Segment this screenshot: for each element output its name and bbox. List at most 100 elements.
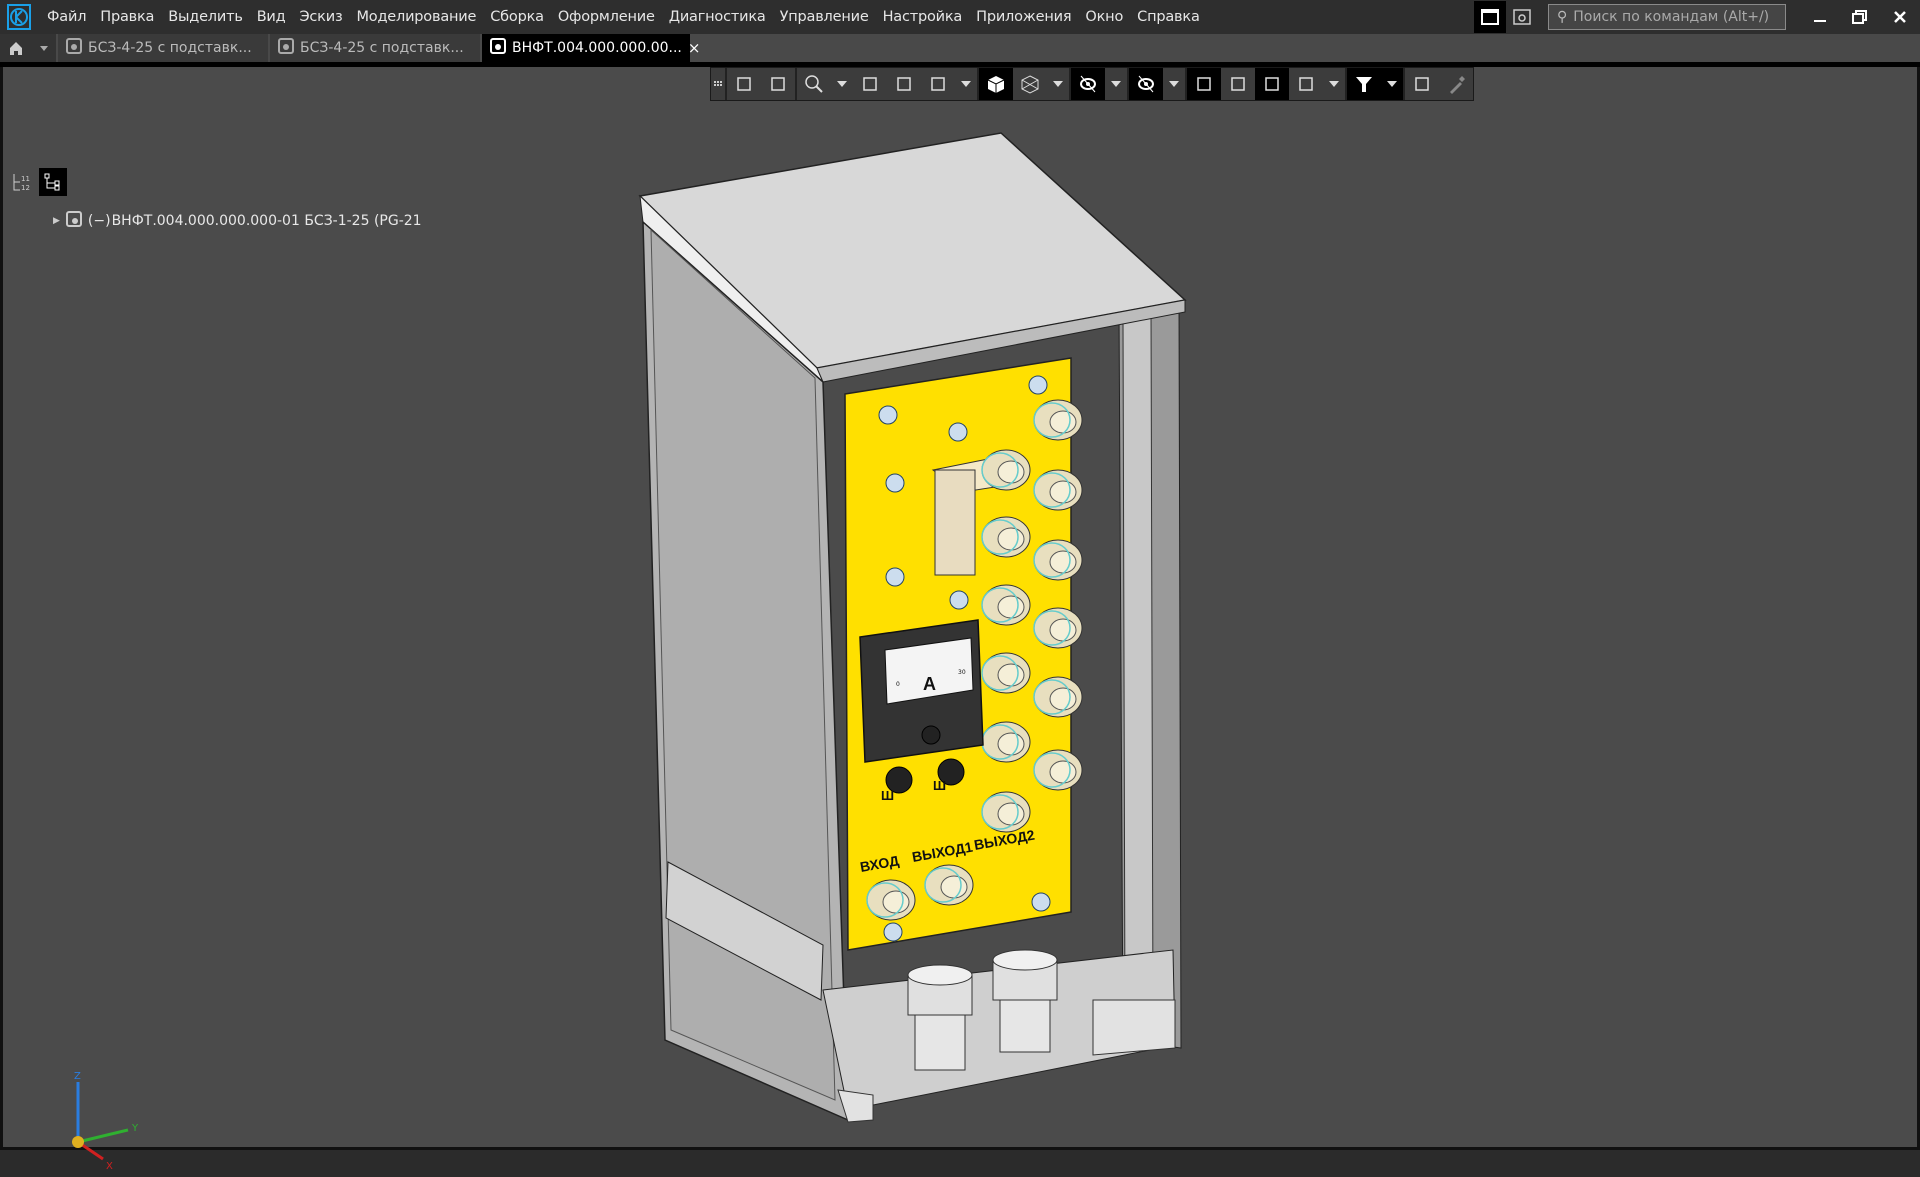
zoom-window-icon[interactable] — [797, 68, 831, 100]
restore-button[interactable] — [1840, 1, 1880, 33]
foot — [1092, 999, 1176, 1056]
3d-viewport[interactable]: A 0 30 Ш Ш ВХОД ВЫХОД1 ВЫХОД2 11 12 ▶ (−)… — [0, 67, 1920, 1172]
cable-gland — [981, 791, 1031, 833]
axis-z-label: Z — [74, 1071, 81, 1082]
hide-icon[interactable] — [1071, 68, 1105, 100]
menu-2[interactable]: Выделить — [161, 9, 249, 25]
panel-layout-icon[interactable] — [1474, 1, 1506, 33]
tab-label: БСЗ-4-25 с подставк... — [300, 40, 464, 56]
axis-triad: Z Y X — [72, 1071, 139, 1172]
document-tab[interactable]: БСЗ-4-25 с подставк... — [58, 34, 268, 62]
close-tab-icon[interactable]: × — [688, 39, 701, 57]
snap-icon[interactable] — [1187, 68, 1221, 100]
normal-to-icon[interactable] — [853, 68, 887, 100]
dropdown-arrow-icon[interactable] — [1105, 68, 1127, 100]
menu-1[interactable]: Правка — [93, 9, 161, 25]
view-toolbar — [710, 67, 1474, 101]
ammeter: A 0 30 — [859, 619, 984, 763]
command-search-input[interactable]: ⚲ Поиск по командам (Alt+/) — [1548, 4, 1786, 30]
menu-3[interactable]: Вид — [250, 9, 293, 25]
cable-gland — [866, 879, 916, 921]
svg-text:12: 12 — [21, 184, 30, 192]
cable-gland — [981, 516, 1031, 558]
menu-4[interactable]: Эскиз — [292, 9, 349, 25]
show-only-icon[interactable] — [1129, 68, 1163, 100]
menu-9[interactable]: Управление — [773, 9, 876, 25]
cable-gland — [1033, 539, 1083, 581]
cable-gland — [1033, 469, 1083, 511]
fuse-body — [934, 469, 976, 576]
tree-list-view-icon[interactable]: 11 12 — [7, 168, 35, 196]
cable-gland — [1033, 607, 1083, 649]
menu-8[interactable]: Диагностика — [662, 9, 773, 25]
menu-11[interactable]: Приложения — [969, 9, 1078, 25]
label-sh2: Ш — [933, 778, 946, 793]
cable-gland — [981, 721, 1031, 763]
settings-window-icon[interactable] — [1506, 1, 1538, 33]
cable-gland — [1033, 749, 1083, 791]
assembly-icon — [65, 210, 83, 232]
menu-0[interactable]: Файл — [40, 9, 93, 25]
dropdown-arrow-icon[interactable] — [1163, 68, 1185, 100]
menu-7[interactable]: Оформление — [551, 9, 662, 25]
meter-max-label: 30 — [958, 669, 966, 676]
dropdown-arrow-icon[interactable] — [1381, 68, 1403, 100]
menu-6[interactable]: Сборка — [483, 9, 551, 25]
shaded-cube-icon[interactable] — [979, 68, 1013, 100]
filter-icon[interactable] — [1347, 68, 1381, 100]
screw — [885, 473, 905, 493]
menu-13[interactable]: Справка — [1130, 9, 1206, 25]
assembly-doc-icon — [278, 38, 294, 58]
search-icon: ⚲ — [1557, 9, 1568, 25]
crane-icon[interactable] — [1405, 68, 1439, 100]
dropdown-arrow-icon[interactable] — [1323, 68, 1345, 100]
cable-gland — [981, 449, 1031, 491]
axis-y-label: Y — [131, 1123, 139, 1134]
meter-unit-label: A — [923, 674, 936, 694]
orientation-icon[interactable] — [921, 68, 955, 100]
menu-10[interactable]: Настройка — [876, 9, 970, 25]
assembly-doc-icon — [490, 38, 506, 58]
wireframe-cube-icon[interactable] — [1013, 68, 1047, 100]
svg-text:11: 11 — [21, 175, 30, 183]
part-properties-icon[interactable] — [761, 68, 795, 100]
kompas-logo[interactable] — [4, 2, 34, 32]
eyedropper-icon[interactable] — [1439, 68, 1473, 100]
cable-gland — [1033, 399, 1083, 441]
close-window-button[interactable] — [1880, 1, 1920, 33]
menu-bar: Файл Правка Выделить Вид Эскиз Моделирование С… — [0, 0, 1920, 34]
rotate-icon[interactable] — [887, 68, 921, 100]
cut-view-icon[interactable] — [1255, 68, 1289, 100]
document-tab[interactable]: ВНФТ.004.000.000.00... × — [482, 34, 700, 62]
assembly-doc-icon — [66, 38, 82, 58]
section-icon[interactable] — [1221, 68, 1255, 100]
cable-gland — [1033, 676, 1083, 718]
toolbar-grip-icon[interactable] — [711, 68, 725, 100]
tree-item-assembly[interactable]: ▶ (−) ВНФТ.004.000.000.000-01 БСЗ-1-25 (… — [53, 210, 422, 232]
menu-12[interactable]: Окно — [1078, 9, 1130, 25]
measure-icon[interactable] — [1289, 68, 1323, 100]
tree-structure-view-icon[interactable] — [39, 168, 67, 196]
screw — [883, 922, 903, 942]
dropdown-arrow-icon[interactable] — [1047, 68, 1069, 100]
cable-gland — [924, 864, 974, 906]
dropdown-arrow-icon[interactable] — [955, 68, 977, 100]
tree-item-label: ВНФТ.004.000.000.000-01 БСЗ-1-25 (PG-21 — [111, 213, 422, 229]
cable-gland — [981, 652, 1031, 694]
screw — [1028, 375, 1048, 395]
cable-gland — [981, 584, 1031, 626]
tab-label: БСЗ-4-25 с подставк... — [88, 40, 252, 56]
home-button[interactable] — [0, 34, 32, 62]
screw — [948, 422, 968, 442]
screw — [885, 567, 905, 587]
home-dropdown[interactable] — [32, 34, 56, 62]
menu-5[interactable]: Моделирование — [349, 9, 483, 25]
expand-arrow-icon[interactable]: ▶ — [53, 216, 60, 226]
minimize-button[interactable] — [1800, 1, 1840, 33]
screw — [949, 590, 969, 610]
label-sh1: Ш — [881, 788, 894, 803]
screw — [1031, 892, 1051, 912]
sketch-icon[interactable] — [727, 68, 761, 100]
document-tab[interactable]: БСЗ-4-25 с подставк... — [270, 34, 480, 62]
dropdown-arrow-icon[interactable] — [831, 68, 853, 100]
